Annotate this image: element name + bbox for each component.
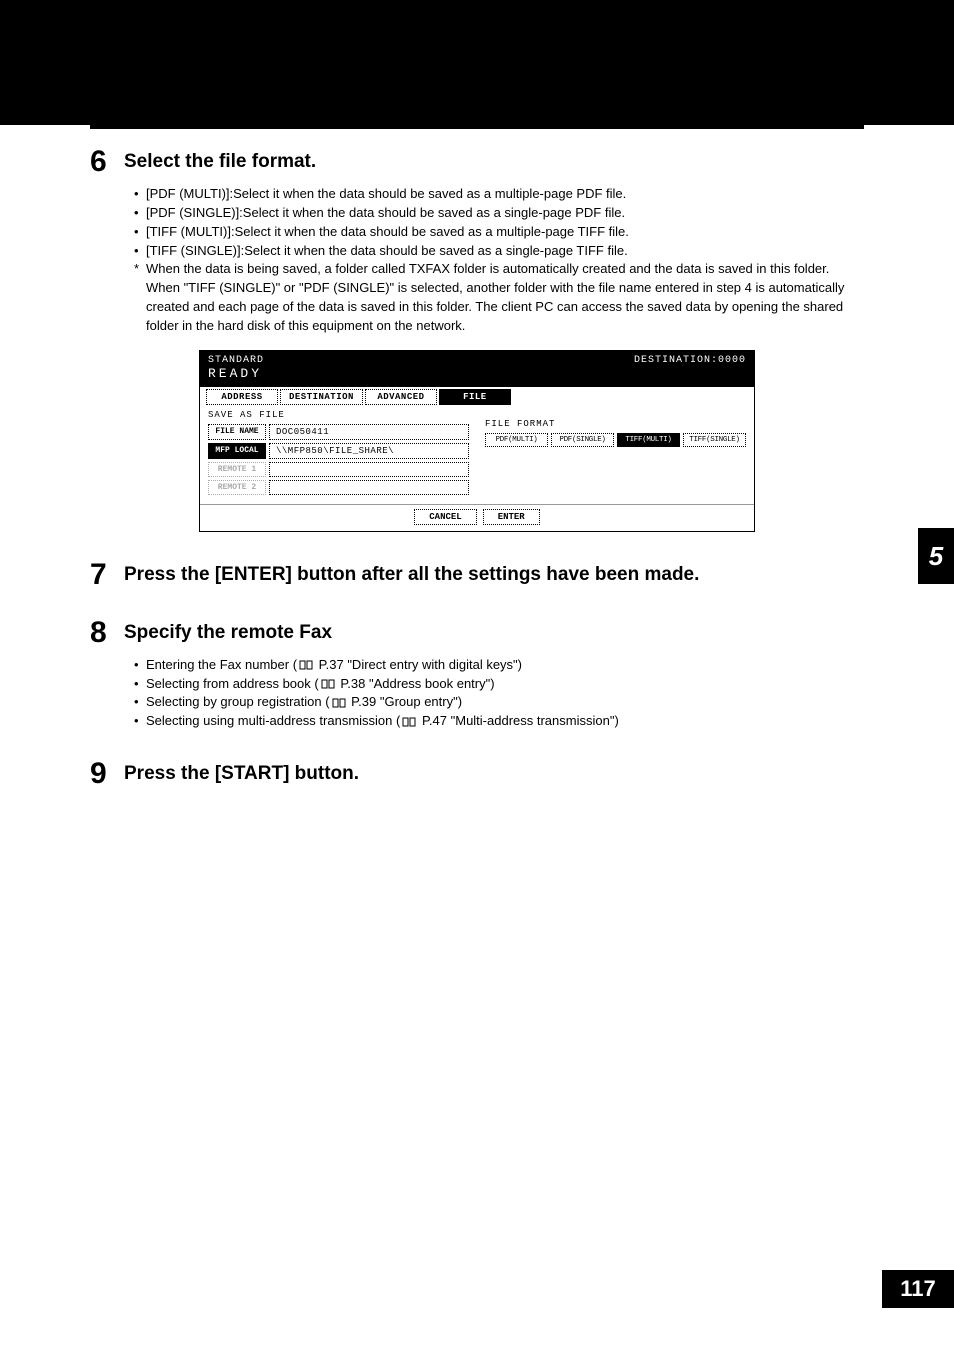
step-8-bullets: Entering the Fax number ( P.37 "Direct e… (132, 656, 864, 731)
bullet-item: Selecting by group registration ( P.39 "… (132, 693, 864, 712)
lcd-ready: READY (208, 366, 264, 381)
bullet-prefix: Selecting from address book ( (146, 676, 319, 691)
format-tiff-multi[interactable]: TIFF(MULTI) (617, 433, 680, 447)
save-as-file-label: SAVE AS FILE (208, 410, 469, 420)
bullet-item: Selecting from address book ( P.38 "Addr… (132, 675, 864, 694)
step-title: Select the file format. (124, 147, 316, 173)
step-number: 6 (90, 147, 124, 177)
bullet-item: [PDF (MULTI)]:Select it when the data sh… (132, 185, 864, 204)
book-icon (332, 698, 346, 708)
step-7: 7 Press the [ENTER] button after all the… (90, 560, 864, 590)
lcd-standard: STANDARD (208, 355, 264, 366)
mfp-local-value: \\MFP850\FILE_SHARE\ (269, 443, 469, 459)
lcd-header: STANDARD READY DESTINATION:0000 (200, 351, 754, 387)
step-6-footnote: When the data is being saved, a folder c… (132, 260, 864, 335)
remote-2-value (269, 480, 469, 495)
lcd-screenshot: STANDARD READY DESTINATION:0000 ADDRESS … (199, 350, 755, 532)
lcd-destination: DESTINATION:0000 (634, 355, 746, 366)
step-8: 8 Specify the remote Fax (90, 618, 864, 648)
book-icon (321, 679, 335, 689)
step-title: Specify the remote Fax (124, 618, 332, 644)
mfp-local-button[interactable]: MFP LOCAL (208, 443, 266, 459)
bullet-ref: P.37 "Direct entry with digital keys") (315, 657, 522, 672)
format-pdf-multi[interactable]: PDF(MULTI) (485, 433, 548, 447)
bullet-item: [TIFF (MULTI)]:Select it when the data s… (132, 223, 864, 242)
bullet-item: Selecting using multi-address transmissi… (132, 712, 864, 731)
file-format-label: FILE FORMAT (485, 419, 746, 429)
bullet-prefix: Selecting by group registration ( (146, 694, 330, 709)
tab-address[interactable]: ADDRESS (206, 389, 278, 405)
enter-button[interactable]: ENTER (483, 509, 540, 525)
tab-file[interactable]: FILE (439, 389, 511, 405)
file-name-button[interactable]: FILE NAME (208, 424, 266, 440)
bullet-ref: P.39 "Group entry") (348, 694, 463, 709)
page-header-black (0, 0, 954, 125)
book-icon (299, 660, 313, 670)
lcd-body: SAVE AS FILE FILE NAME DOC050411 MFP LOC… (200, 405, 754, 504)
file-name-value: DOC050411 (269, 424, 469, 440)
remote-1-button[interactable]: REMOTE 1 (208, 462, 266, 477)
chapter-tab: 5 (918, 528, 954, 584)
step-number: 8 (90, 618, 124, 648)
tab-destination[interactable]: DESTINATION (280, 389, 363, 405)
lcd-tabs: ADDRESS DESTINATION ADVANCED FILE (200, 387, 754, 405)
bullet-item: Entering the Fax number ( P.37 "Direct e… (132, 656, 864, 675)
bullet-item: [TIFF (SINGLE)]:Select it when the data … (132, 242, 864, 261)
bullet-ref: P.47 "Multi-address transmission") (418, 713, 618, 728)
bullet-prefix: Selecting using multi-address transmissi… (146, 713, 400, 728)
step-6-bullets: [PDF (MULTI)]:Select it when the data sh… (132, 185, 864, 260)
page-number: 117 (882, 1270, 954, 1308)
step-number: 9 (90, 759, 124, 789)
remote-2-button[interactable]: REMOTE 2 (208, 480, 266, 495)
step-title: Press the [START] button. (124, 759, 359, 785)
tab-advanced[interactable]: ADVANCED (365, 389, 437, 405)
step-6: 6 Select the file format. (90, 147, 864, 177)
step-title: Press the [ENTER] button after all the s… (124, 560, 699, 586)
remote-1-value (269, 462, 469, 477)
bullet-item: [PDF (SINGLE)]:Select it when the data s… (132, 204, 864, 223)
lcd-footer: CANCEL ENTER (200, 504, 754, 531)
bullet-prefix: Entering the Fax number ( (146, 657, 297, 672)
step-number: 7 (90, 560, 124, 590)
format-pdf-single[interactable]: PDF(SINGLE) (551, 433, 614, 447)
step-9: 9 Press the [START] button. (90, 759, 864, 789)
book-icon (402, 717, 416, 727)
bullet-ref: P.38 "Address book entry") (337, 676, 495, 691)
format-tiff-single[interactable]: TIFF(SINGLE) (683, 433, 746, 447)
horizontal-rule (90, 125, 864, 129)
cancel-button[interactable]: CANCEL (414, 509, 476, 525)
